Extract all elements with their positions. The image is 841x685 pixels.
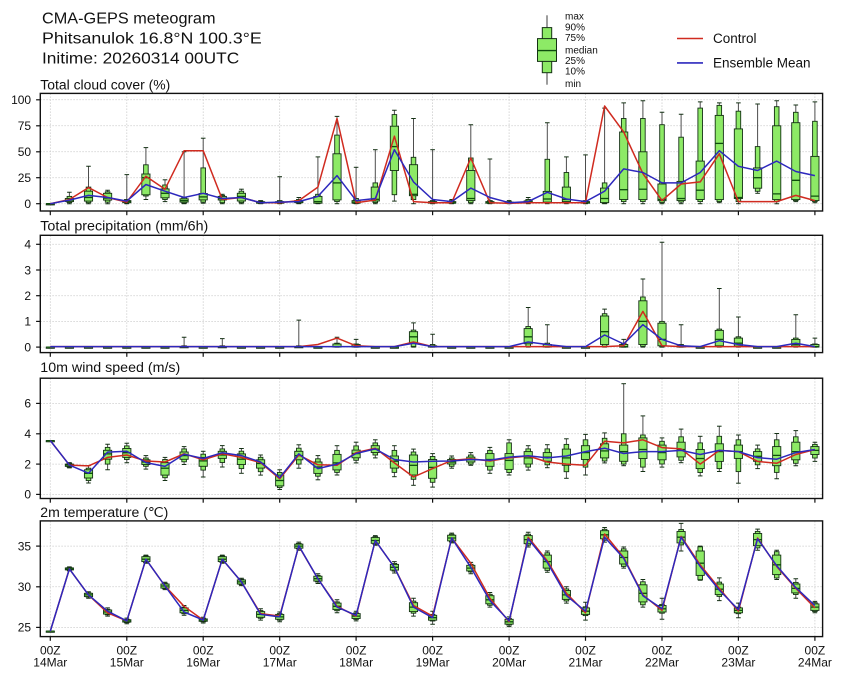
svg-text:14Mar: 14Mar [33,656,67,670]
svg-text:Phitsanulok 16.8°N 100.3°E: Phitsanulok 16.8°N 100.3°E [42,31,262,48]
svg-text:75%: 75% [565,33,585,44]
svg-text:35: 35 [18,539,32,553]
svg-text:17Mar: 17Mar [263,656,297,670]
svg-text:0: 0 [24,340,31,354]
svg-text:50: 50 [18,145,32,159]
svg-text:24Mar: 24Mar [798,656,832,670]
svg-text:16Mar: 16Mar [186,656,220,670]
svg-text:23Mar: 23Mar [721,656,755,670]
svg-text:2m temperature (℃): 2m temperature (℃) [40,505,168,520]
svg-text:6: 6 [24,397,31,411]
svg-text:20Mar: 20Mar [492,656,526,670]
svg-text:25%: 25% [565,56,585,67]
svg-text:4: 4 [24,238,31,252]
svg-text:10m wind speed (m/s): 10m wind speed (m/s) [40,360,180,375]
svg-text:Ensemble Mean: Ensemble Mean [713,55,811,70]
svg-text:min: min [565,79,581,90]
svg-text:Total precipitation (mm/6h): Total precipitation (mm/6h) [40,219,208,234]
svg-text:CMA-GEPS meteogram: CMA-GEPS meteogram [42,11,216,28]
svg-text:3: 3 [24,263,31,277]
svg-text:2: 2 [24,289,31,303]
svg-text:25: 25 [18,171,32,185]
svg-text:2: 2 [24,457,31,471]
svg-text:75: 75 [18,119,32,133]
svg-text:22Mar: 22Mar [645,656,679,670]
svg-text:0: 0 [24,197,31,211]
svg-text:1: 1 [24,315,31,329]
svg-text:max: max [565,11,584,22]
svg-text:Total cloud cover (%): Total cloud cover (%) [40,78,170,93]
svg-text:0: 0 [24,488,31,502]
svg-text:100: 100 [11,93,31,107]
svg-text:Control: Control [713,31,757,46]
svg-text:30: 30 [18,580,32,594]
svg-text:25: 25 [18,621,32,635]
svg-text:21Mar: 21Mar [568,656,602,670]
svg-text:Initime: 20260314 00UTC: Initime: 20260314 00UTC [42,51,239,68]
svg-text:19Mar: 19Mar [416,656,450,670]
svg-text:18Mar: 18Mar [339,656,373,670]
svg-text:median: median [565,45,598,56]
svg-text:4: 4 [24,427,31,441]
svg-text:15Mar: 15Mar [110,656,144,670]
svg-text:10%: 10% [565,67,585,78]
svg-text:90%: 90% [565,22,585,33]
